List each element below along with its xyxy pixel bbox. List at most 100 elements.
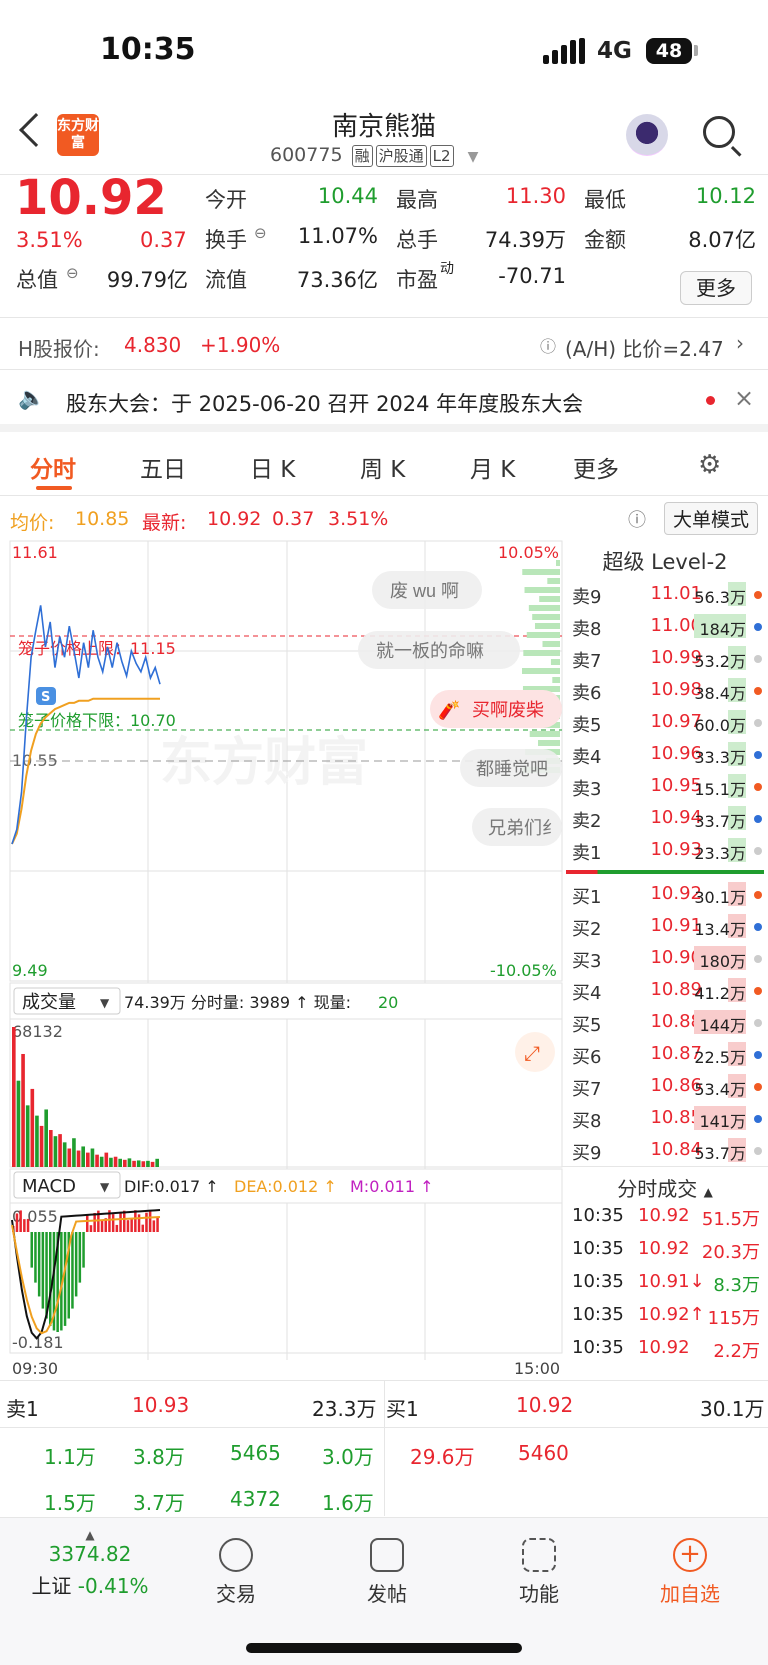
ask-volume: 38.4万	[694, 684, 746, 703]
trade-volume: 8.3万	[713, 1275, 760, 1296]
queue-item: 1.6万	[322, 1491, 374, 1515]
firecracker-icon: 🧨	[438, 699, 460, 720]
pe-value: -70.71	[498, 264, 566, 288]
trade-volume: 115万	[707, 1308, 760, 1329]
nav-post[interactable]: 发帖	[337, 1538, 437, 1607]
info-icon[interactable]: ⊖	[66, 264, 79, 282]
chevron-down-icon: ▼	[100, 1180, 110, 1194]
bid-price: 10.92	[650, 883, 702, 904]
ask-row[interactable]: 卖8 11.00 184万	[562, 610, 768, 642]
macd-bar	[156, 1217, 159, 1232]
turnover-value: 11.07%	[297, 224, 378, 248]
tab-weekly[interactable]: 周 K	[360, 450, 405, 484]
trade-time: 10:35	[572, 1271, 624, 1292]
ask-row[interactable]: 卖9 11.01 56.3万	[562, 578, 768, 610]
open-label: 今开	[205, 188, 247, 212]
trades-title: 分时成交	[617, 1177, 698, 1201]
trade-icon	[219, 1538, 253, 1572]
tab-daily[interactable]: 日 K	[250, 450, 295, 484]
chevron-right-icon[interactable]: ›	[736, 331, 744, 355]
index-ticker[interactable]: ▲ 3374.82 上证 -0.41%	[20, 1528, 160, 1599]
bid-row[interactable]: 买5 10.88 144万	[562, 1006, 768, 1038]
trade-row: 10:35 10.92 20.3万	[562, 1233, 768, 1266]
help-icon[interactable]: ⓘ	[628, 506, 646, 532]
more-button[interactable]: 更多	[680, 271, 752, 305]
macd-bar	[123, 1210, 126, 1232]
bid-row[interactable]: 买9 10.84 53.7万	[562, 1134, 768, 1166]
ask-row[interactable]: 卖3 10.95 15.1万	[562, 770, 768, 802]
bid-row[interactable]: 买6 10.87 22.5万	[562, 1038, 768, 1070]
volume-bar	[150, 1161, 155, 1167]
stock-code-row[interactable]: 600775 融沪股通 L2 ▼	[270, 144, 478, 167]
bid-row[interactable]: 买3 10.90 180万	[562, 942, 768, 974]
ask-row[interactable]: 卖5 10.97 60.0万	[562, 706, 768, 738]
macd-bars	[12, 1210, 159, 1332]
order-dot	[754, 623, 762, 631]
tab-monthly[interactable]: 月 K	[470, 450, 515, 484]
depth-bar	[542, 641, 560, 647]
queue-item: 4372	[230, 1487, 281, 1511]
search-icon[interactable]	[703, 116, 735, 148]
order-dot	[754, 923, 762, 931]
macd-bar	[41, 1232, 45, 1309]
bid-row[interactable]: 买7 10.86 53.4万	[562, 1070, 768, 1102]
trades-title-row[interactable]: 分时成交 ▲	[562, 1166, 768, 1201]
ask-row[interactable]: 卖1 10.93 23.3万	[562, 834, 768, 866]
tab-5day[interactable]: 五日	[140, 450, 186, 484]
ask-row[interactable]: 卖7 10.99 53.2万	[562, 642, 768, 674]
battery-icon: 48	[646, 38, 692, 64]
macd-bar	[137, 1214, 141, 1232]
bid-row[interactable]: 买8 10.85 141万	[562, 1102, 768, 1134]
help-icon[interactable]: ⓘ	[540, 333, 556, 357]
ask-row[interactable]: 卖6 10.98 38.4万	[562, 674, 768, 706]
chevron-down-icon[interactable]: ▼	[468, 149, 479, 165]
macd-bar	[30, 1232, 33, 1268]
bid-level: 买6	[572, 1047, 602, 1068]
close-icon[interactable]: ×	[734, 384, 754, 412]
volume-bar	[35, 1115, 39, 1167]
ah-ratio: (A/H) 比价=2.47	[565, 337, 724, 361]
tab-intraday[interactable]: 分时	[30, 450, 76, 484]
depth-bar	[524, 587, 560, 593]
order-dot	[754, 655, 762, 663]
macd-bar	[111, 1214, 115, 1232]
hshare-row[interactable]: H股报价: 4.830 +1.90% ⓘ (A/H) 比价=2.47 ›	[0, 320, 768, 370]
volume-bar	[155, 1158, 159, 1167]
gear-icon[interactable]: ⚙	[698, 450, 721, 480]
bid-volume: 180万	[699, 952, 746, 971]
macd-bar	[63, 1232, 67, 1326]
notice-bar[interactable]: 🔈 股东大会：于 2025-06-20 召开 2024 年年度股东大会 ×	[0, 372, 768, 432]
nav-functions[interactable]: 功能	[489, 1538, 589, 1607]
depth-bar	[547, 578, 560, 584]
nav-add-watchlist[interactable]: + 加自选	[640, 1538, 740, 1607]
last-pct: 3.51%	[328, 508, 389, 530]
divider	[384, 1381, 385, 1516]
bid-level: 买7	[572, 1079, 602, 1100]
macd-bar	[86, 1213, 89, 1232]
tab-more[interactable]: 更多	[573, 450, 619, 484]
macd-bar	[19, 1210, 22, 1232]
assistant-robot-icon[interactable]	[626, 114, 668, 156]
info-icon[interactable]: ⊖	[254, 224, 267, 242]
bid-row[interactable]: 买1 10.92 30.1万	[562, 878, 768, 910]
plus-circle-icon: +	[673, 1538, 707, 1572]
depth-bar	[522, 569, 560, 575]
volume-bar	[127, 1158, 132, 1167]
volume-bar	[49, 1130, 53, 1167]
tag-l2: L2	[429, 145, 454, 167]
macd-bar	[152, 1220, 156, 1232]
volume-bar	[53, 1136, 58, 1167]
macd-bar	[71, 1232, 74, 1309]
ask-row[interactable]: 卖2 10.94 33.7万	[562, 802, 768, 834]
nav-trade[interactable]: 交易	[186, 1538, 286, 1607]
macd-bar	[148, 1210, 152, 1232]
ask-row[interactable]: 卖4 10.96 33.3万	[562, 738, 768, 770]
order-dot	[754, 847, 762, 855]
volume-bar	[104, 1152, 109, 1167]
watermark: 东方财富	[160, 734, 368, 792]
depth-bar	[523, 650, 560, 656]
bid-row[interactable]: 买4 10.89 41.2万	[562, 974, 768, 1006]
bid-row[interactable]: 买2 10.91 13.4万	[562, 910, 768, 942]
avg-value: 10.85	[75, 508, 130, 530]
bigorder-mode-button[interactable]: 大单模式	[664, 502, 759, 535]
